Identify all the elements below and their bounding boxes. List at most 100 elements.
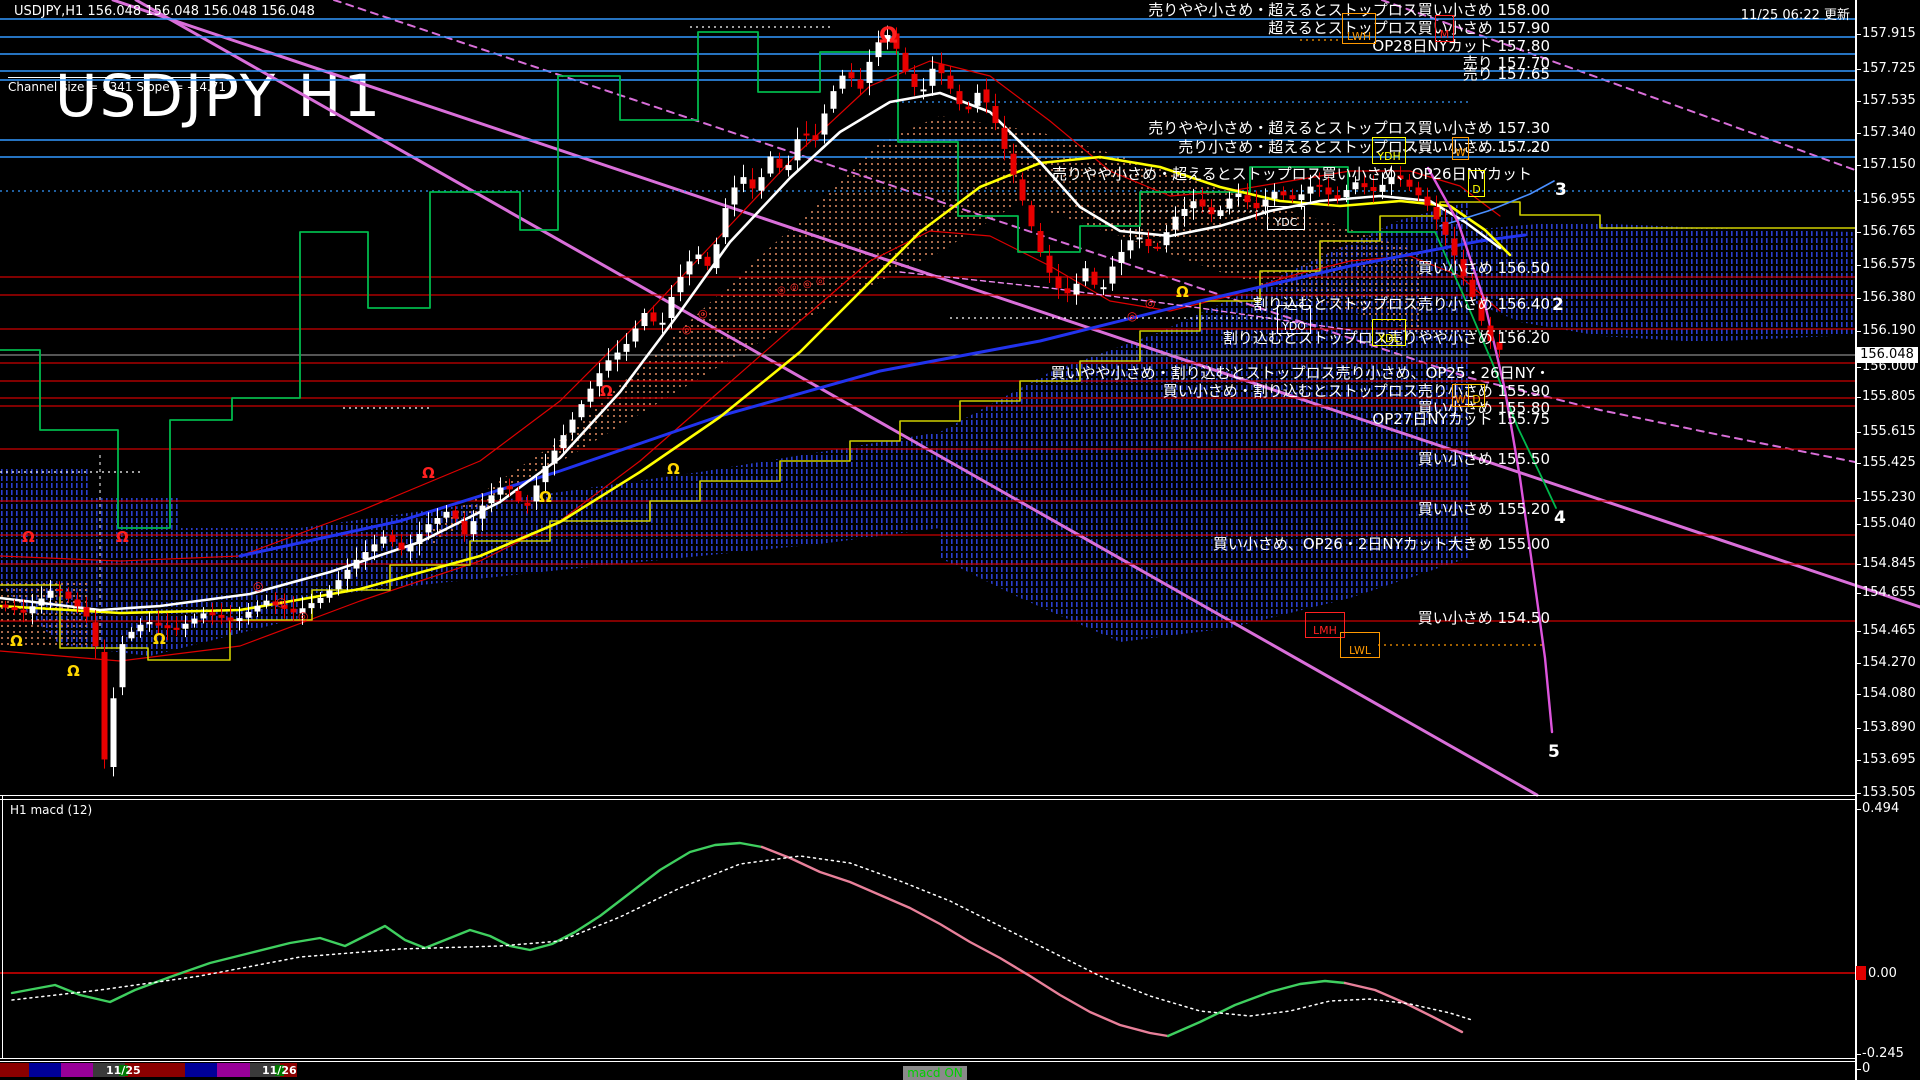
candle-bull bbox=[1236, 194, 1241, 197]
candle-bull bbox=[642, 314, 647, 326]
axis-tick bbox=[1855, 232, 1861, 233]
candle-bear bbox=[1434, 207, 1439, 218]
axis-tick bbox=[1855, 432, 1861, 433]
candle-bull bbox=[930, 69, 935, 85]
candle-bull bbox=[345, 570, 350, 578]
panel-separator-bottom[interactable] bbox=[0, 1058, 1855, 1059]
axis-tick bbox=[1855, 593, 1861, 594]
candle-bear bbox=[165, 626, 170, 628]
footer-axis-zero: 0 bbox=[1862, 1061, 1870, 1076]
candle-bear bbox=[1443, 222, 1448, 234]
candle-bear bbox=[3, 605, 8, 607]
wave-label-2: 2 bbox=[1552, 295, 1564, 315]
candle-bull bbox=[381, 537, 386, 543]
candle-bear bbox=[1047, 256, 1052, 272]
price-axis-label: 157.340 bbox=[1862, 125, 1916, 140]
candle-bear bbox=[57, 590, 62, 591]
candle-bear bbox=[777, 159, 782, 167]
axis-tick bbox=[1855, 760, 1861, 761]
candle-bull bbox=[543, 467, 548, 482]
candle-bear bbox=[1155, 247, 1160, 248]
order-annotation: OP28日NYカット 157.80 bbox=[1372, 39, 1550, 54]
candle-bull bbox=[129, 632, 134, 637]
candle-bull bbox=[1083, 269, 1088, 281]
price-axis-label: 154.465 bbox=[1862, 623, 1916, 638]
level-tag-w[interactable]: W bbox=[1452, 137, 1469, 160]
price-axis-label: 153.890 bbox=[1862, 720, 1916, 735]
candle-bear bbox=[291, 609, 296, 612]
candle-bull bbox=[1182, 209, 1187, 215]
candle-bull bbox=[732, 188, 737, 204]
candle-bull bbox=[1380, 185, 1385, 191]
candle-bear bbox=[66, 592, 71, 598]
level-tag-lmh[interactable]: LMH bbox=[1305, 612, 1345, 638]
candle-bull bbox=[444, 512, 449, 517]
candle-bear bbox=[1146, 240, 1151, 246]
candle-bear bbox=[219, 615, 224, 617]
axis-border bbox=[1855, 0, 1857, 1080]
candle-bear bbox=[957, 92, 962, 104]
axis-tick bbox=[1855, 34, 1861, 35]
price-axis-label: 154.655 bbox=[1862, 585, 1916, 600]
candle-bull bbox=[1191, 202, 1196, 208]
level-tag-w[interactable]: W bbox=[1452, 384, 1469, 407]
candle-bull bbox=[633, 329, 638, 341]
macd-signal bbox=[12, 856, 1472, 1020]
candle-bull bbox=[588, 389, 593, 401]
candle-bull bbox=[975, 93, 980, 105]
candle-bull bbox=[786, 166, 791, 170]
candle-bull bbox=[1137, 238, 1142, 239]
price-axis-label: 156.575 bbox=[1862, 257, 1916, 272]
axis-tick bbox=[1855, 694, 1861, 695]
candle-bull bbox=[192, 619, 197, 623]
axis-tick bbox=[1855, 1069, 1861, 1070]
signal-circle-icon: ◎ bbox=[1145, 297, 1155, 309]
candle-bull bbox=[1353, 183, 1358, 189]
candle-bear bbox=[1335, 196, 1340, 199]
price-axis-label: 155.615 bbox=[1862, 424, 1916, 439]
panel-separator-top[interactable] bbox=[0, 795, 1855, 796]
timeline-session-segment bbox=[0, 1063, 29, 1077]
candle-bull bbox=[255, 606, 260, 611]
candle-bear bbox=[1245, 196, 1250, 202]
order-annotation: 超えるとストップロス買い小さめ 157.90 bbox=[1268, 21, 1550, 36]
candle-bear bbox=[948, 76, 953, 88]
axis-tick bbox=[1855, 1054, 1861, 1055]
level-tag-lwl[interactable]: LWL bbox=[1340, 632, 1380, 658]
axis-tick bbox=[1855, 728, 1861, 729]
price-axis-label: 154.080 bbox=[1862, 686, 1916, 701]
candle-bear bbox=[1002, 128, 1007, 148]
axis-tick bbox=[1855, 101, 1861, 102]
candle-bear bbox=[804, 134, 809, 135]
axis-tick bbox=[1855, 331, 1861, 332]
level-tag-ydl[interactable]: YDL bbox=[1372, 319, 1406, 346]
chart-canvas[interactable] bbox=[0, 0, 1920, 1080]
wave-label-3: 3 bbox=[1555, 180, 1567, 200]
candle-bull bbox=[39, 599, 44, 605]
candle-bull bbox=[327, 591, 332, 597]
candle-bull bbox=[318, 598, 323, 602]
candle-bull bbox=[372, 545, 377, 551]
candle-bull bbox=[336, 581, 341, 589]
level-tag-ydo[interactable]: YDO bbox=[1277, 305, 1311, 334]
candle-bull bbox=[660, 323, 665, 324]
axis-tick bbox=[1855, 663, 1861, 664]
axis-tick bbox=[1855, 793, 1861, 794]
candle-bull bbox=[741, 178, 746, 184]
level-tag-d[interactable]: D bbox=[1468, 384, 1485, 407]
level-tag-ydc[interactable]: YDC bbox=[1267, 206, 1305, 230]
level-tag-lwh[interactable]: LWH bbox=[1342, 13, 1376, 44]
wave-label-5: 5 bbox=[1548, 742, 1560, 762]
level-tag-m[interactable]: M bbox=[1435, 15, 1454, 42]
price-axis-label: 157.150 bbox=[1862, 157, 1916, 172]
level-tag-d[interactable]: D bbox=[1468, 170, 1485, 197]
macd-toggle-button[interactable]: macd ON bbox=[903, 1066, 967, 1080]
candle-bull bbox=[498, 488, 503, 494]
candle-bull bbox=[1164, 233, 1169, 245]
axis-tick bbox=[1855, 165, 1861, 166]
level-tag-ydh[interactable]: YDH bbox=[1372, 137, 1406, 164]
candle-bear bbox=[750, 180, 755, 188]
candle-bear bbox=[1056, 277, 1061, 288]
candle-bear bbox=[939, 65, 944, 73]
candle-bear bbox=[1020, 180, 1025, 200]
